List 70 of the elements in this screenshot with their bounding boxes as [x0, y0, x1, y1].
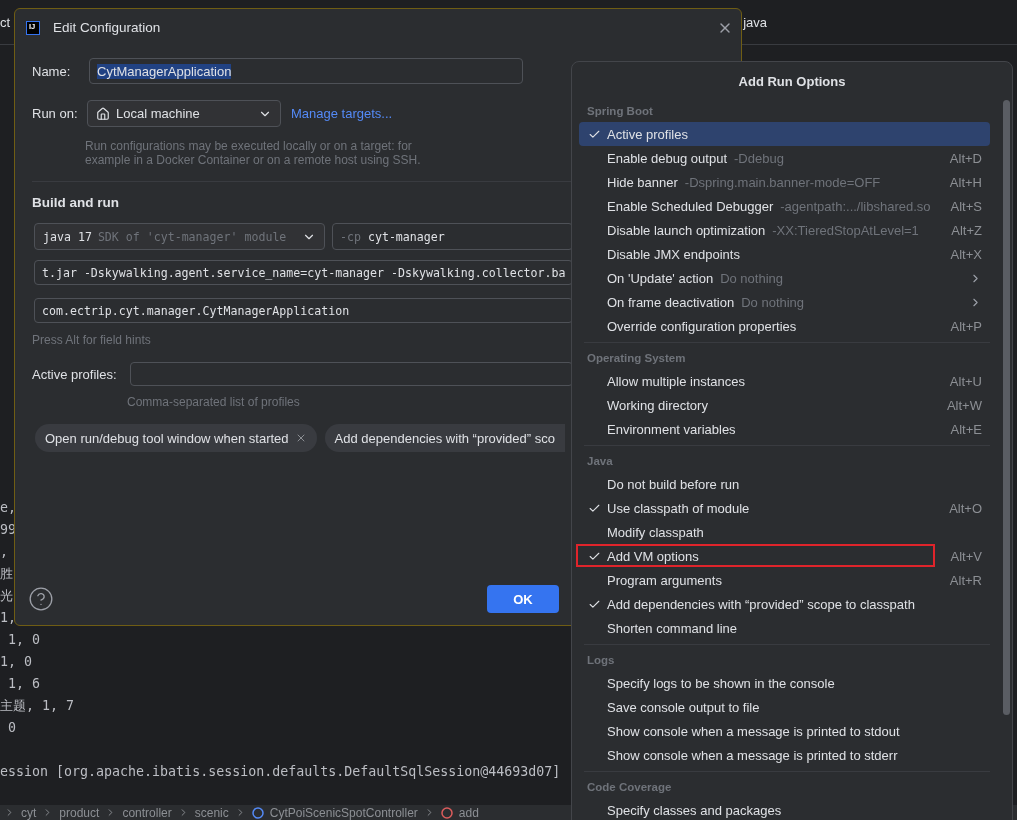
console-line: 1, 0: [7, 631, 41, 649]
menu-item[interactable]: Program arguments Alt+R: [579, 568, 990, 592]
section-header: Logs: [586, 653, 616, 668]
menu-item[interactable]: Show console when a message is printed to stdout: [579, 719, 990, 743]
console-line: 主题, 1, 7: [0, 697, 75, 715]
class-icon: [251, 806, 264, 819]
console-line: e,: [0, 499, 16, 517]
breadcrumb-item[interactable]: scenic: [194, 805, 229, 820]
field-hint: Comma-separated list of profiles: [127, 395, 301, 409]
ok-button[interactable]: OK: [487, 585, 559, 613]
manage-targets-link[interactable]: Manage targets...: [291, 106, 393, 121]
breadcrumb-item[interactable]: CytPoiScenicSpotController: [269, 805, 418, 820]
menu-item[interactable]: On 'Update' action Do nothing: [579, 266, 990, 290]
breadcrumb-item[interactable]: add: [458, 805, 479, 820]
field-label: Run on:: [32, 106, 79, 121]
console-line: 1, 0: [0, 653, 33, 671]
console-line: ession [org.apache.ibatis.session.defaults.DefaultSqlSession@44693d07]: [0, 763, 561, 781]
menu-item[interactable]: Specify logs to be shown in the console: [579, 671, 990, 695]
menu-item[interactable]: Disable launch optimization -XX:TieredStopAtLevel=1 Alt+Z: [579, 218, 990, 242]
menu-item[interactable]: Hide banner -Dspring.main.banner-mode=OFF Alt+H: [579, 170, 990, 194]
menu-item[interactable]: Modify classpath: [579, 520, 990, 544]
console-line: 0: [7, 719, 16, 737]
console-line: 光: [0, 587, 13, 605]
console-line: 1,: [0, 609, 16, 627]
breadcrumb-item[interactable]: controller: [122, 805, 172, 820]
menu-item[interactable]: Active profiles: [579, 122, 990, 146]
jdk-dropdown[interactable]: java 17 SDK of 'cyt-manager' module: [34, 223, 325, 250]
menu-item[interactable]: Add dependencies with “provided” scope to classpath: [579, 592, 990, 616]
menu-item[interactable]: Working directory Alt+W: [579, 393, 990, 417]
option-chip[interactable]: Add dependencies with “provided” sco: [324, 424, 565, 452]
menu-item[interactable]: Environment variables Alt+E: [579, 417, 990, 441]
menu-item[interactable]: Enable Scheduled Debugger -agentpath:.../libshared.so Alt+S: [579, 194, 990, 218]
section-header: Operating System: [586, 351, 687, 366]
help-icon[interactable]: [28, 586, 54, 612]
menu-item[interactable]: Enable debug output -Ddebug Alt+D: [579, 146, 990, 170]
section-header: Java: [586, 454, 614, 469]
breadcrumb-item[interactable]: cyt: [21, 805, 37, 820]
menu-item[interactable]: Specify classes and packages: [579, 798, 990, 820]
menu-item[interactable]: Disable JMX endpoints Alt+X: [579, 242, 990, 266]
classpath-field[interactable]: -cp cyt-manager: [332, 223, 573, 250]
breadcrumb-item[interactable]: product: [59, 805, 100, 820]
menu-item[interactable]: Do not build before run: [579, 472, 990, 496]
console-line: ,: [0, 543, 8, 561]
menu-item[interactable]: Save console output to file: [579, 695, 990, 719]
window-title: Edit Configuration: [53, 20, 161, 35]
name-field[interactable]: CytManagerApplication: [89, 58, 523, 84]
menu-item[interactable]: On frame deactivation Do nothing: [579, 290, 990, 314]
scrollbar-thumb[interactable]: [1003, 100, 1010, 715]
help-text: Run configurations may be executed locally or on a target: for example in a Docker Container or on a remote host using SSH.: [85, 139, 422, 167]
popup-title: Add Run Options: [737, 72, 847, 91]
menu-item[interactable]: Shorten command line: [579, 616, 990, 640]
menu-item[interactable]: Allow multiple instances Alt+U: [579, 369, 990, 393]
menu-item[interactable]: Show console when a message is printed to stderr: [579, 743, 990, 767]
field-label: Active profiles:: [32, 366, 118, 382]
console-line: 1, 6: [7, 675, 41, 693]
section-header: Spring Boot: [586, 104, 654, 119]
method-icon: [440, 806, 453, 819]
menu-item[interactable]: Add VM options Alt+V: [579, 544, 990, 568]
console-line: 胜: [0, 565, 13, 583]
target-dropdown[interactable]: Local machine: [87, 100, 281, 127]
field-label: Name:: [32, 63, 72, 79]
field-hint: Press Alt for field hints: [32, 333, 152, 347]
home-icon: [96, 106, 110, 121]
menu-item[interactable]: Use classpath of module Alt+O: [579, 496, 990, 520]
section-header: Code Coverage: [586, 780, 673, 795]
menu-item[interactable]: Override configuration properties Alt+P: [579, 314, 990, 338]
editor-tab[interactable]: java: [743, 14, 767, 30]
option-chip[interactable]: Open run/debug tool window when started: [35, 424, 317, 452]
editor-tab[interactable]: ct: [0, 14, 11, 30]
section-title: Build and run: [32, 195, 120, 210]
